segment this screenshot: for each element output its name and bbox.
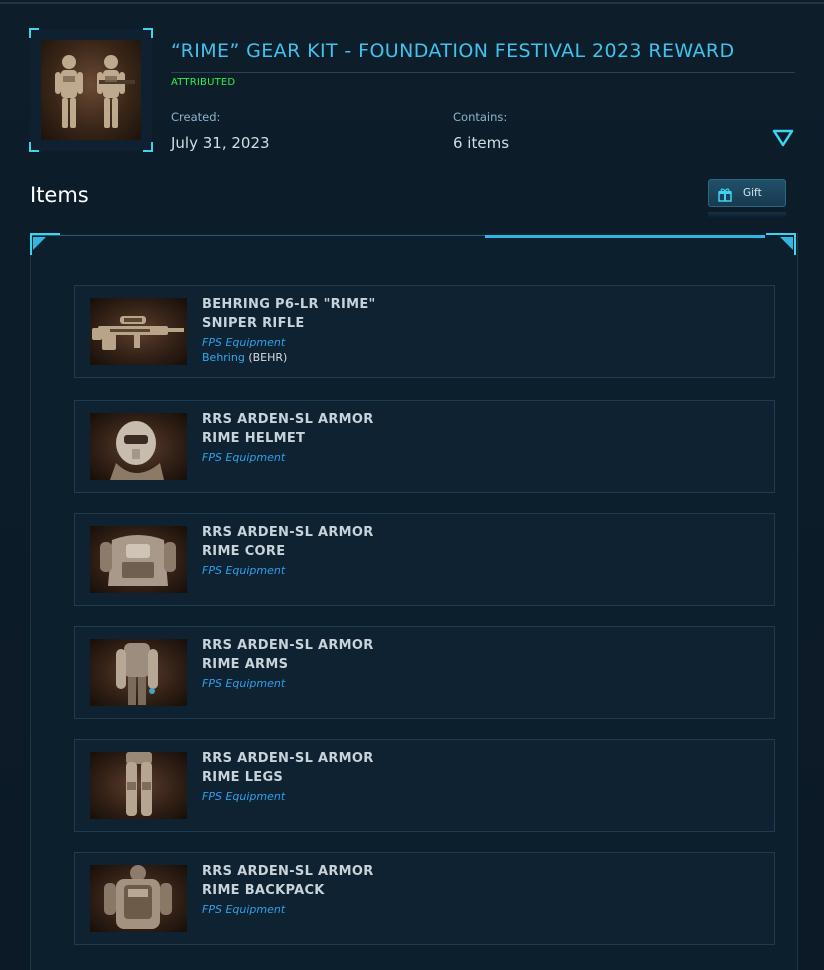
panel-corner-right-icon: [766, 233, 796, 255]
list-item[interactable]: RRS ARDEN-SL ARMOR RIME ARMS FPS Equipme…: [74, 626, 775, 719]
item-name-line2: SNIPER RIFLE: [202, 316, 305, 331]
kit-thumbnail-frame: [29, 28, 153, 152]
item-type-link[interactable]: FPS Equipment: [202, 336, 285, 349]
legs-armor-image: [90, 752, 187, 819]
created-label: Created:: [171, 110, 221, 124]
item-name-line2: RIME HELMET: [202, 431, 306, 446]
item-name-line2: RIME BACKPACK: [202, 883, 325, 898]
panel-top-border: [30, 235, 485, 236]
core-armor-image: [90, 526, 187, 593]
panel-top-accent: [485, 235, 765, 238]
sniper-rifle-image: [90, 298, 187, 365]
status-badge: ATTRIBUTED: [171, 77, 236, 88]
item-type-link[interactable]: FPS Equipment: [202, 903, 285, 916]
list-item[interactable]: RRS ARDEN-SL ARMOR RIME HELMET FPS Equip…: [74, 400, 775, 493]
item-name-line1: RRS ARDEN-SL ARMOR: [202, 638, 374, 653]
item-type-link[interactable]: FPS Equipment: [202, 451, 285, 464]
frame-corner: [143, 142, 153, 152]
items-heading: Items: [30, 183, 89, 207]
item-type-link[interactable]: FPS Equipment: [202, 564, 285, 577]
kit-title: “RIME” GEAR KIT - FOUNDATION FESTIVAL 20…: [171, 40, 735, 62]
backpack-image: [90, 865, 187, 932]
expand-chevron-icon[interactable]: [772, 128, 794, 148]
item-manufacturer[interactable]: Behring (BEHR): [202, 351, 287, 364]
helmet-image: [90, 413, 187, 480]
item-name-line1: RRS ARDEN-SL ARMOR: [202, 864, 374, 879]
top-divider: [0, 2, 824, 4]
gift-button[interactable]: Gift: [708, 179, 786, 207]
gift-button-shadow: [708, 212, 786, 218]
item-name-line2: RIME LEGS: [202, 770, 284, 785]
manufacturer-name: Behring: [202, 351, 245, 364]
title-divider: [171, 72, 795, 73]
panel-corner-left-icon: [30, 233, 60, 255]
manufacturer-code: (BEHR): [248, 351, 288, 364]
gift-button-label: Gift: [743, 187, 762, 199]
frame-corner: [143, 28, 153, 38]
contains-label: Contains:: [453, 110, 508, 124]
item-type-link[interactable]: FPS Equipment: [202, 790, 285, 803]
item-name-line1: BEHRING P6-LR "RIME": [202, 297, 376, 312]
kit-thumbnail-image: [41, 40, 141, 140]
list-item[interactable]: BEHRING P6-LR "RIME" SNIPER RIFLE FPS Eq…: [74, 285, 775, 378]
contains-value: 6 items: [453, 134, 510, 152]
gift-box-icon: [718, 187, 732, 202]
created-value: July 31, 2023: [171, 134, 270, 152]
item-name-line1: RRS ARDEN-SL ARMOR: [202, 412, 374, 427]
item-name-line1: RRS ARDEN-SL ARMOR: [202, 751, 374, 766]
item-name-line2: RIME CORE: [202, 544, 286, 559]
list-item[interactable]: RRS ARDEN-SL ARMOR RIME LEGS FPS Equipme…: [74, 739, 775, 832]
frame-corner: [29, 142, 39, 152]
item-name-line1: RRS ARDEN-SL ARMOR: [202, 525, 374, 540]
frame-corner: [29, 28, 39, 38]
arms-armor-image: [90, 639, 187, 706]
item-name-line2: RIME ARMS: [202, 657, 289, 672]
list-item[interactable]: RRS ARDEN-SL ARMOR RIME BACKPACK FPS Equ…: [74, 852, 775, 945]
list-item[interactable]: RRS ARDEN-SL ARMOR RIME CORE FPS Equipme…: [74, 513, 775, 606]
pledge-detail-page: “RIME” GEAR KIT - FOUNDATION FESTIVAL 20…: [0, 0, 824, 970]
item-type-link[interactable]: FPS Equipment: [202, 677, 285, 690]
